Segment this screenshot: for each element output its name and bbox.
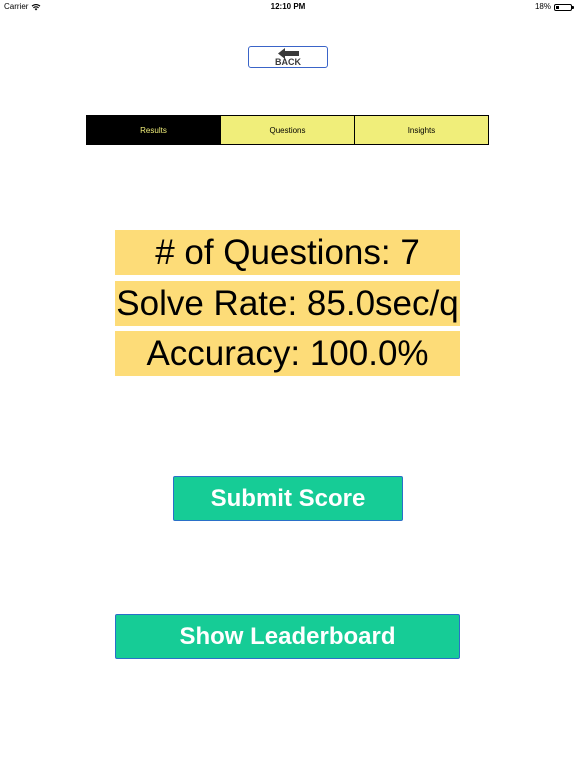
- tab-questions[interactable]: Questions: [220, 116, 354, 144]
- questions-count-stat: # of Questions: 7: [115, 230, 460, 275]
- battery-percent: 18%: [534, 2, 551, 11]
- solve-rate-stat: Solve Rate: 85.0sec/q: [115, 281, 460, 326]
- status-bar: Carrier 12:10 PM 18%: [0, 0, 576, 14]
- status-time: 12:10 PM: [270, 2, 306, 11]
- back-button[interactable]: BACK: [248, 46, 328, 68]
- battery-level: [556, 5, 559, 9]
- battery-icon: [554, 3, 574, 11]
- submit-score-button[interactable]: Submit Score: [173, 476, 403, 521]
- status-right: 18%: [534, 0, 574, 14]
- accuracy-stat: Accuracy: 100.0%: [115, 331, 460, 376]
- tab-results[interactable]: Results: [87, 116, 220, 144]
- tab-insights[interactable]: Insights: [354, 116, 488, 144]
- back-label: BACK: [275, 57, 301, 67]
- tab-bar: Results Questions Insights: [86, 115, 489, 145]
- show-leaderboard-button[interactable]: Show Leaderboard: [115, 614, 460, 659]
